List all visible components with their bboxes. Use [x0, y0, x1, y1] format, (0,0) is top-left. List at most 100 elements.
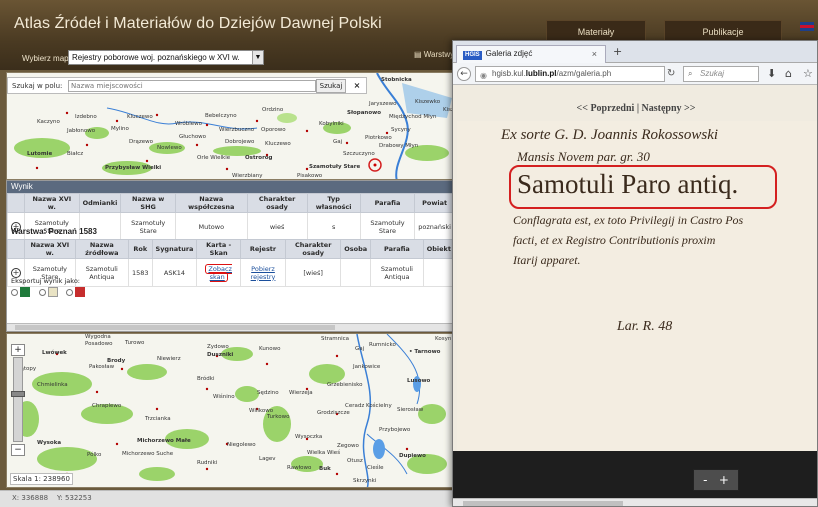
download-register-link[interactable]: Pobierz rejestry	[251, 265, 276, 281]
image-zoom-in-button[interactable]: +	[719, 473, 729, 487]
scan-image[interactable]: Ex sorte G. D. Joannis Rokossowski Mansi…	[457, 121, 817, 451]
table-cell: [wieś]	[285, 258, 342, 287]
coord-x-value: 336888	[21, 494, 49, 502]
svg-text:Szamotuły Stare: Szamotuły Stare	[309, 164, 360, 170]
uk-flag-icon[interactable]	[800, 22, 814, 31]
svg-text:Wierzbiany: Wierzbiany	[232, 173, 263, 179]
svg-text:Wysoczka: Wysoczka	[295, 434, 322, 440]
table-cell: wieś	[246, 212, 308, 241]
table-header: Nazwa XVI w.	[24, 239, 76, 259]
manuscript-line: Conflagrata est, ex toto Privilegij in C…	[513, 213, 744, 227]
table-cell: Szamotuli Antiqua	[74, 258, 129, 287]
table-header: Nazwa w SHG	[120, 193, 176, 213]
svg-text:Posadowo: Posadowo	[85, 341, 113, 347]
close-icon[interactable]: ×	[350, 79, 364, 93]
map-bottom-canvas[interactable]: WygodnaPosadowo Lwówek Brody Niewierz Du…	[7, 334, 454, 488]
table-header: Powiat	[414, 193, 453, 213]
manuscript-line: Itarij apparet.	[513, 253, 581, 267]
close-icon[interactable]: ×	[592, 46, 597, 62]
pager-separator: |	[636, 103, 640, 114]
svg-text:Chraplewo: Chraplewo	[92, 403, 122, 409]
export-radio-xls[interactable]	[11, 288, 18, 296]
svg-text:Turowo: Turowo	[124, 340, 145, 346]
manuscript-line: Ex sorte G. D. Joannis Rokossowski	[501, 127, 719, 143]
map-select-label: Wybierz mapę	[22, 54, 74, 63]
svg-text:Wiśnino: Wiśnino	[213, 393, 235, 400]
browser-scrollbar[interactable]	[453, 498, 817, 506]
nav-tab-materialy[interactable]: Materiały	[546, 20, 646, 42]
svg-text:Sędzino: Sędzino	[257, 390, 279, 396]
reload-icon[interactable]: ↻	[667, 68, 675, 79]
svg-text:Wygodna: Wygodna	[85, 334, 111, 340]
map-select-dropdown[interactable]: Rejestry poborowe woj. poznańskiego w XV…	[68, 50, 264, 65]
svg-text:Kobylniki: Kobylniki	[319, 121, 344, 127]
pager-next-link[interactable]: Następny >>	[642, 103, 696, 114]
search-input[interactable]	[68, 80, 316, 92]
table-cell	[340, 258, 372, 287]
image-zoom-out-button[interactable]: -	[703, 473, 707, 487]
zoom-slider-handle[interactable]	[11, 391, 25, 397]
export-radio-csv[interactable]	[38, 288, 46, 296]
table-header: Parafia	[359, 193, 416, 213]
svg-text:Głuchowo: Głuchowo	[179, 134, 207, 140]
nav-tab-publikacje[interactable]: Publikacje	[664, 20, 782, 42]
scrollbar-thumb[interactable]	[463, 501, 623, 506]
view-scan-link[interactable]: Zobacz skan	[205, 263, 232, 282]
zoom-out-button[interactable]: −	[11, 444, 25, 456]
svg-text:Kluczewo: Kluczewo	[127, 114, 153, 120]
table-cell: Szamotuli Antiqua	[370, 258, 424, 287]
manuscript-line: facti, et ex Registro Contributionis pro…	[513, 233, 716, 247]
svg-text:Słopanowo: Słopanowo	[347, 110, 381, 116]
svg-text:Lwówek: Lwówek	[42, 349, 67, 356]
home-icon[interactable]: ⌂	[785, 67, 792, 80]
table-header: Charakter osady	[246, 193, 308, 213]
svg-text:Piotrkowo: Piotrkowo	[365, 135, 392, 141]
new-tab-button[interactable]: +	[613, 45, 622, 58]
map-select-value: Rejestry poborowe woj. poznańskiego w XV…	[72, 53, 240, 62]
svg-text:Zegowo: Zegowo	[337, 443, 360, 449]
zoom-to-icon[interactable]: +	[11, 267, 21, 278]
svg-text:Pisakowo: Pisakowo	[297, 173, 323, 179]
map-bottom[interactable]: Wygodna Posadowo Lwówek Brody Niewierz Du…	[6, 333, 454, 488]
browser-search-placeholder: Szukaj	[700, 69, 725, 78]
svg-text:Rawłowo: Rawłowo	[287, 465, 312, 471]
svg-text:Nowlewo: Nowlewo	[157, 145, 182, 151]
map-top[interactable]: Stobnicka Jaryszewo Kiszewko Kisz Słopan…	[6, 72, 454, 180]
pager-prev-link[interactable]: << Poprzedni	[577, 103, 635, 114]
export-radio-pdf[interactable]	[66, 288, 74, 296]
svg-text:Wysoka: Wysoka	[37, 440, 61, 446]
results-title: Wynik	[7, 181, 453, 193]
svg-text:Stramnica: Stramnica	[321, 336, 349, 342]
bookmark-star-icon[interactable]: ☆	[803, 67, 813, 80]
place-name-highlight	[509, 165, 777, 209]
svg-text:Kluczewo: Kluczewo	[265, 141, 291, 147]
svg-text:Buk: Buk	[319, 466, 331, 472]
table-header: Karta - Skan	[196, 239, 241, 259]
zoom-in-button[interactable]: +	[11, 344, 25, 356]
browser-search-field[interactable]: ⌕ Szukaj	[683, 66, 759, 82]
zoom-slider-track[interactable]	[13, 357, 23, 442]
svg-text:Ostroróg: Ostroróg	[245, 154, 273, 161]
coord-x-label: X:	[12, 494, 20, 502]
search-button[interactable]: Szukaj	[316, 79, 346, 93]
svg-text:Gaj: Gaj	[355, 346, 365, 352]
download-icon[interactable]: ⬇	[767, 67, 776, 80]
url-field[interactable]: ◉ hgisb.kul.lublin.pl/azm/galeria.ph	[475, 66, 665, 82]
table-header: Obiekt	[422, 239, 453, 259]
image-zoom-controls[interactable]: - +	[693, 469, 739, 491]
results-scrollbar[interactable]	[7, 323, 453, 331]
svg-text:Rumnicko: Rumnicko	[369, 342, 396, 348]
gallery-content: << Poprzedni | Następny >> Ex sorte G. D…	[453, 85, 817, 506]
chevron-down-icon[interactable]: ▼	[252, 51, 263, 64]
excel-icon	[20, 287, 30, 297]
layer-title: Warstwa: Poznań 1583	[11, 227, 97, 236]
scale-value: 238960	[43, 475, 70, 483]
tab-gallery[interactable]: HGIS Galeria zdjęć ×	[456, 45, 606, 63]
export-options	[11, 287, 91, 297]
table-cell: 1583	[127, 258, 153, 287]
svg-text:Drązewo: Drązewo	[129, 139, 154, 145]
layers-button[interactable]: ▤ Warstwy	[414, 50, 454, 59]
back-arrow-icon[interactable]: ←	[457, 67, 471, 81]
scale-indicator: Skala 1: 238960	[10, 473, 73, 485]
scrollbar-thumb[interactable]	[15, 325, 335, 330]
